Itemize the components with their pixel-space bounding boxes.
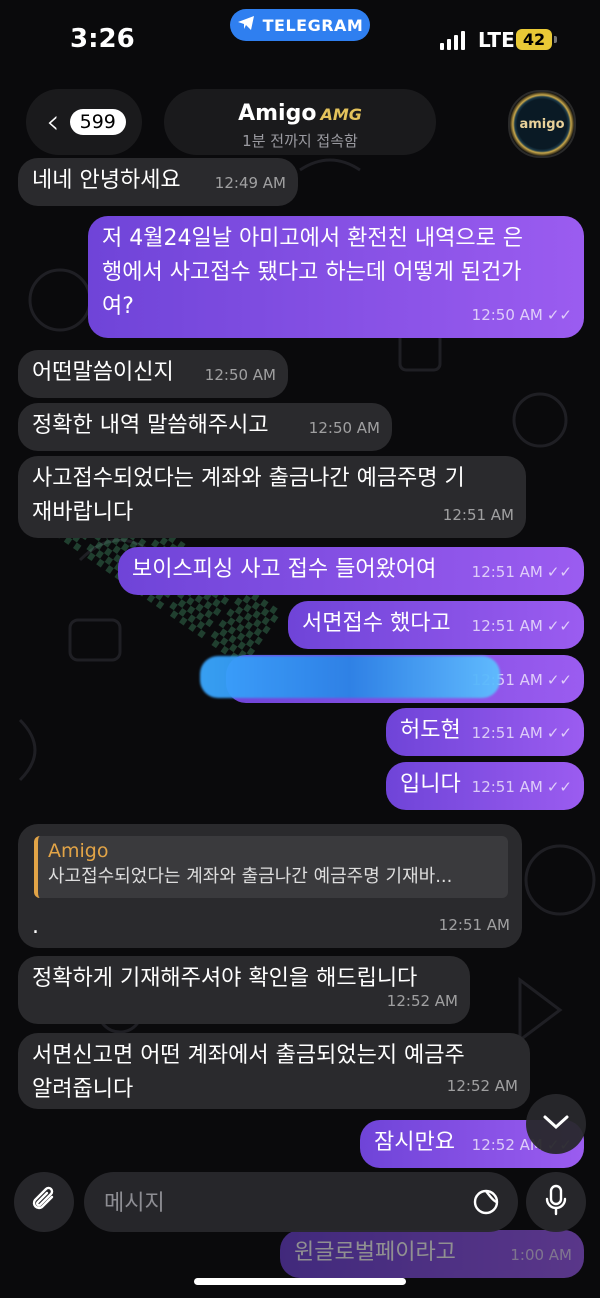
status-time: 3:26 <box>70 24 135 54</box>
message-time-text: 12:51 AM <box>471 724 543 742</box>
message-time-text: 12:51 AM <box>471 617 543 635</box>
message-time: 12:51 AM ✓✓ <box>472 555 572 589</box>
chat-header: ‹ 599 Amigo AMG 1분 전까지 접속함 amigo <box>0 86 600 158</box>
message-time: 12:50 AM ✓✓ <box>472 298 572 332</box>
message-bubble[interactable]: 정확하게 기재해주셔야 확인을 해드립니다 12:52 AM <box>18 956 470 1024</box>
message-text: 네네 안녕하세요 <box>32 168 181 193</box>
chevron-down-icon <box>542 1113 570 1135</box>
message-bubble[interactable]: 사고접수되었다는 계좌와 출금나간 예금주명 기 재바랍니다 12:51 AM <box>18 456 526 538</box>
battery-icon: 42 <box>516 29 557 50</box>
message-text: 서면접수 했다고 <box>302 611 451 636</box>
paperclip-icon <box>30 1185 58 1219</box>
message-bubble[interactable]: 서면신고면 어떤 계좌에서 출금되었는지 예금주 알려줍니다 12:52 AM <box>18 1033 530 1109</box>
message-bubble[interactable]: 허도현 12:51 AM ✓✓ <box>386 708 584 756</box>
message-time: 12:51 AM ✓✓ <box>472 716 572 750</box>
message-text: 사고접수되었다는 계좌와 출금나간 예금주명 기 <box>32 466 465 491</box>
message-text: 잠시만요 <box>374 1130 455 1155</box>
telegram-pill-label: TELEGRAM <box>262 15 364 35</box>
avatar-logo-text: amigo <box>519 116 565 132</box>
redaction-overlay <box>200 656 500 698</box>
double-check-icon: ✓✓ <box>546 617 572 635</box>
message-time-text: 12:50 AM <box>471 306 543 324</box>
message-text: 저 4월24일날 아미고에서 환전친 내역으로 은 <box>102 226 524 251</box>
message-input-field[interactable] <box>84 1172 518 1232</box>
reply-quote[interactable]: Amigo 사고접수되었다는 계좌와 출금나간 예금주명 기재바... <box>34 836 508 898</box>
telegram-pill[interactable]: TELEGRAM <box>230 9 370 41</box>
message-time: 12:52 AM <box>446 1077 518 1095</box>
back-button[interactable]: ‹ 599 <box>26 89 142 155</box>
chevron-left-icon: ‹ <box>46 102 60 142</box>
double-check-icon: ✓✓ <box>546 724 572 742</box>
message-bubble[interactable]: 어떤말씀이신지 12:50 AM <box>18 350 288 398</box>
network-label: LTE <box>478 28 515 52</box>
message-time: 12:51 AM <box>442 506 514 524</box>
message-time: 12:51 AM ✓✓ <box>472 609 572 643</box>
home-indicator[interactable] <box>194 1278 406 1285</box>
reply-text: 사고접수되었다는 계좌와 출금나간 예금주명 기재바... <box>48 866 453 887</box>
message-text: 서면신고면 어떤 계좌에서 출금되었는지 예금주 <box>32 1043 465 1068</box>
message-text: . <box>32 914 39 939</box>
sticker-icon[interactable] <box>472 1188 500 1220</box>
message-time: 12:49 AM <box>214 174 286 192</box>
message-time: 12:50 AM <box>308 419 380 437</box>
chat-title-button[interactable]: Amigo AMG 1분 전까지 접속함 <box>164 89 436 155</box>
message-bubble[interactable]: 보이스피싱 사고 접수 들어왔어여 12:51 AM ✓✓ <box>118 547 584 595</box>
message-text: 어떤말씀이신지 <box>32 360 174 385</box>
paper-plane-icon <box>237 15 255 35</box>
message-text: 정확한 내역 말씀해주시고 <box>32 413 269 438</box>
message-time-text: 12:51 AM <box>471 563 543 581</box>
message-bubble[interactable]: 네네 안녕하세요 12:49 AM <box>18 158 298 206</box>
double-check-icon: ✓✓ <box>546 778 572 796</box>
message-text: 행에서 사고접수 됐다고 하는데 어떻게 된건가 <box>102 260 522 285</box>
message-text: 허도현 <box>400 718 461 743</box>
last-seen-status: 1분 전까지 접속함 <box>242 132 358 150</box>
message-input[interactable] <box>102 1182 466 1224</box>
double-check-icon: ✓✓ <box>546 306 572 324</box>
message-bubble[interactable]: 저 4월24일날 아미고에서 환전친 내역으로 은 행에서 사고접수 됐다고 하… <box>88 216 584 338</box>
message-time: 12:50 AM <box>204 366 276 384</box>
attach-button[interactable] <box>14 1172 74 1232</box>
message-text: 보이스피싱 사고 접수 들어왔어여 <box>132 557 437 582</box>
scroll-down-button[interactable] <box>526 1094 586 1154</box>
message-bubble[interactable]: 서면접수 했다고 12:51 AM ✓✓ <box>288 601 584 649</box>
message-time: 12:51 AM <box>438 916 510 934</box>
name-badge: AMG <box>320 105 362 124</box>
microphone-button[interactable] <box>526 1172 586 1232</box>
signal-icon <box>440 30 465 50</box>
unread-count-badge: 599 <box>69 109 126 135</box>
double-check-icon: ✓✓ <box>546 671 572 689</box>
message-time: 12:52 AM <box>386 992 458 1010</box>
message-text: 재바랍니다 <box>32 500 134 525</box>
chat-name: Amigo <box>238 101 317 126</box>
message-time: 12:51 AM ✓✓ <box>472 770 572 804</box>
message-text: 알려줍니다 <box>32 1077 134 1102</box>
microphone-icon <box>544 1184 568 1220</box>
reply-author: Amigo <box>48 840 109 862</box>
message-bubble[interactable]: 정확한 내역 말씀해주시고 12:50 AM <box>18 403 392 451</box>
double-check-icon: ✓✓ <box>546 563 572 581</box>
message-bubble[interactable]: 입니다 12:51 AM ✓✓ <box>386 762 584 810</box>
message-time-text: 12:51 AM <box>471 778 543 796</box>
avatar[interactable]: amigo <box>508 90 576 158</box>
message-text: 입니다 <box>400 772 461 797</box>
status-bar: 3:26 TELEGRAM LTE 42 <box>0 0 600 80</box>
